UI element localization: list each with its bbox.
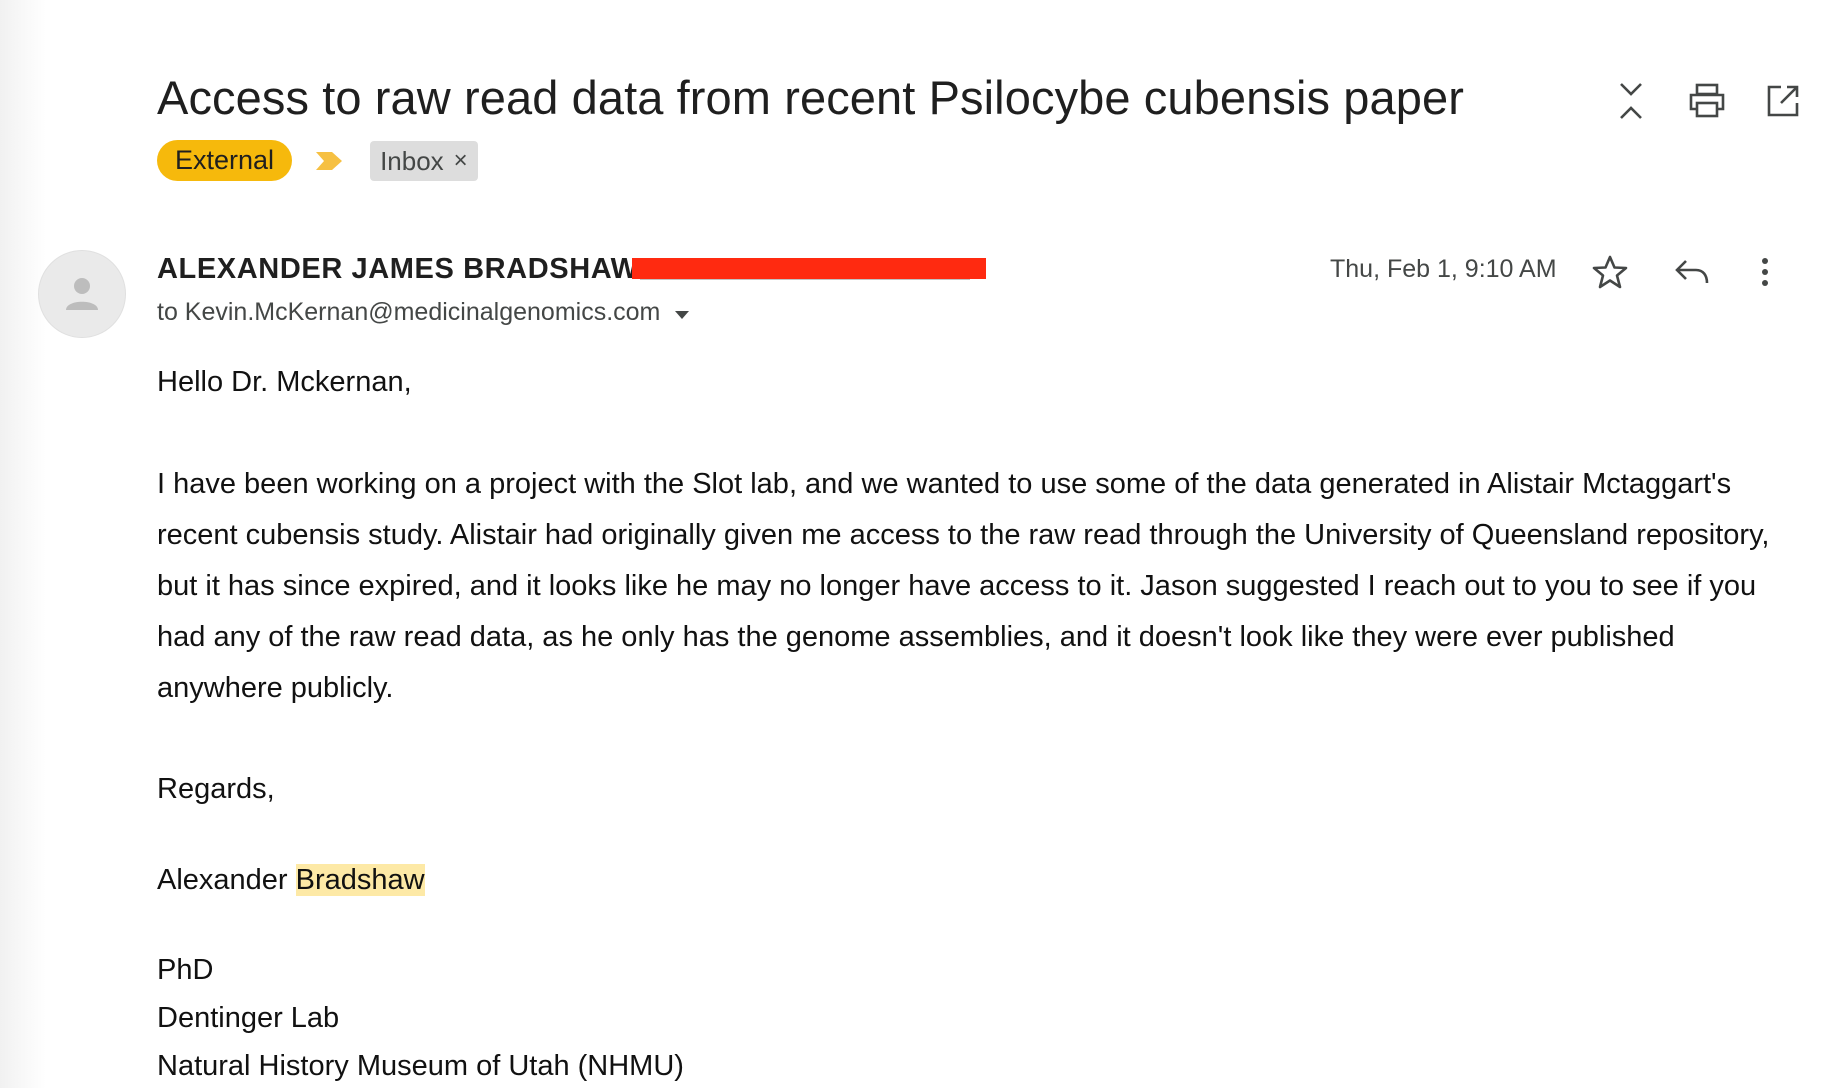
importance-marker-icon[interactable] (314, 150, 344, 172)
label-row: External Inbox × (157, 140, 478, 181)
caret-down-icon (675, 311, 690, 319)
inbox-label-text: Inbox (380, 145, 444, 176)
open-in-new-window-button[interactable] (1758, 78, 1808, 124)
show-details-button[interactable] (674, 298, 690, 327)
person-icon (66, 278, 98, 310)
greeting: Hello Dr. Mckernan, (157, 366, 412, 398)
reply-button[interactable] (1668, 250, 1716, 294)
unfold-less-icon (1620, 83, 1642, 119)
message-date: Thu, Feb 1, 9:10 AM (1330, 255, 1557, 283)
star-icon (1592, 255, 1628, 289)
recipient-text: to Kevin.McKernan@medicinalgenomics.com (157, 298, 661, 326)
sender-name[interactable]: ALEXANDER JAMES BRADSHAW (157, 253, 639, 286)
signature-last-name-highlighted: Bradshaw (295, 864, 425, 896)
body-paragraph: I have been working on a project with th… (157, 468, 1770, 704)
message-body: Hello Dr. Mckernan, I have been working … (157, 357, 1797, 1090)
signature-first-name: Alexander (157, 864, 288, 896)
recipient-line: to Kevin.McKernan@medicinalgenomics.com (157, 298, 690, 327)
message-actions (1586, 250, 1780, 294)
signature-lab: Dentinger Lab (157, 1002, 340, 1034)
sender-avatar[interactable] (38, 250, 126, 338)
sign-off: Regards, (157, 773, 275, 805)
more-options-button[interactable] (1750, 250, 1780, 294)
print-icon (1689, 83, 1725, 118)
email-subject: Access to raw read data from recent Psil… (157, 71, 1464, 124)
open-in-new-icon (1767, 85, 1799, 117)
more-vert-icon (1762, 258, 1768, 286)
star-button[interactable] (1586, 250, 1634, 294)
redaction-bar (632, 258, 986, 279)
thread-toolbar (1606, 78, 1808, 124)
signature-name: Alexander Bradshaw (157, 855, 1797, 906)
print-button[interactable] (1682, 78, 1732, 124)
external-label: External (157, 140, 293, 181)
left-edge-shadow (0, 0, 46, 1088)
signature-credentials: PhD (157, 954, 214, 986)
collapse-all-button[interactable] (1606, 78, 1656, 124)
remove-label-button[interactable]: × (454, 144, 468, 178)
reply-icon (1675, 260, 1709, 284)
signature-institution: Natural History Museum of Utah (NHMU) (157, 1050, 684, 1082)
inbox-label: Inbox × (370, 140, 478, 181)
